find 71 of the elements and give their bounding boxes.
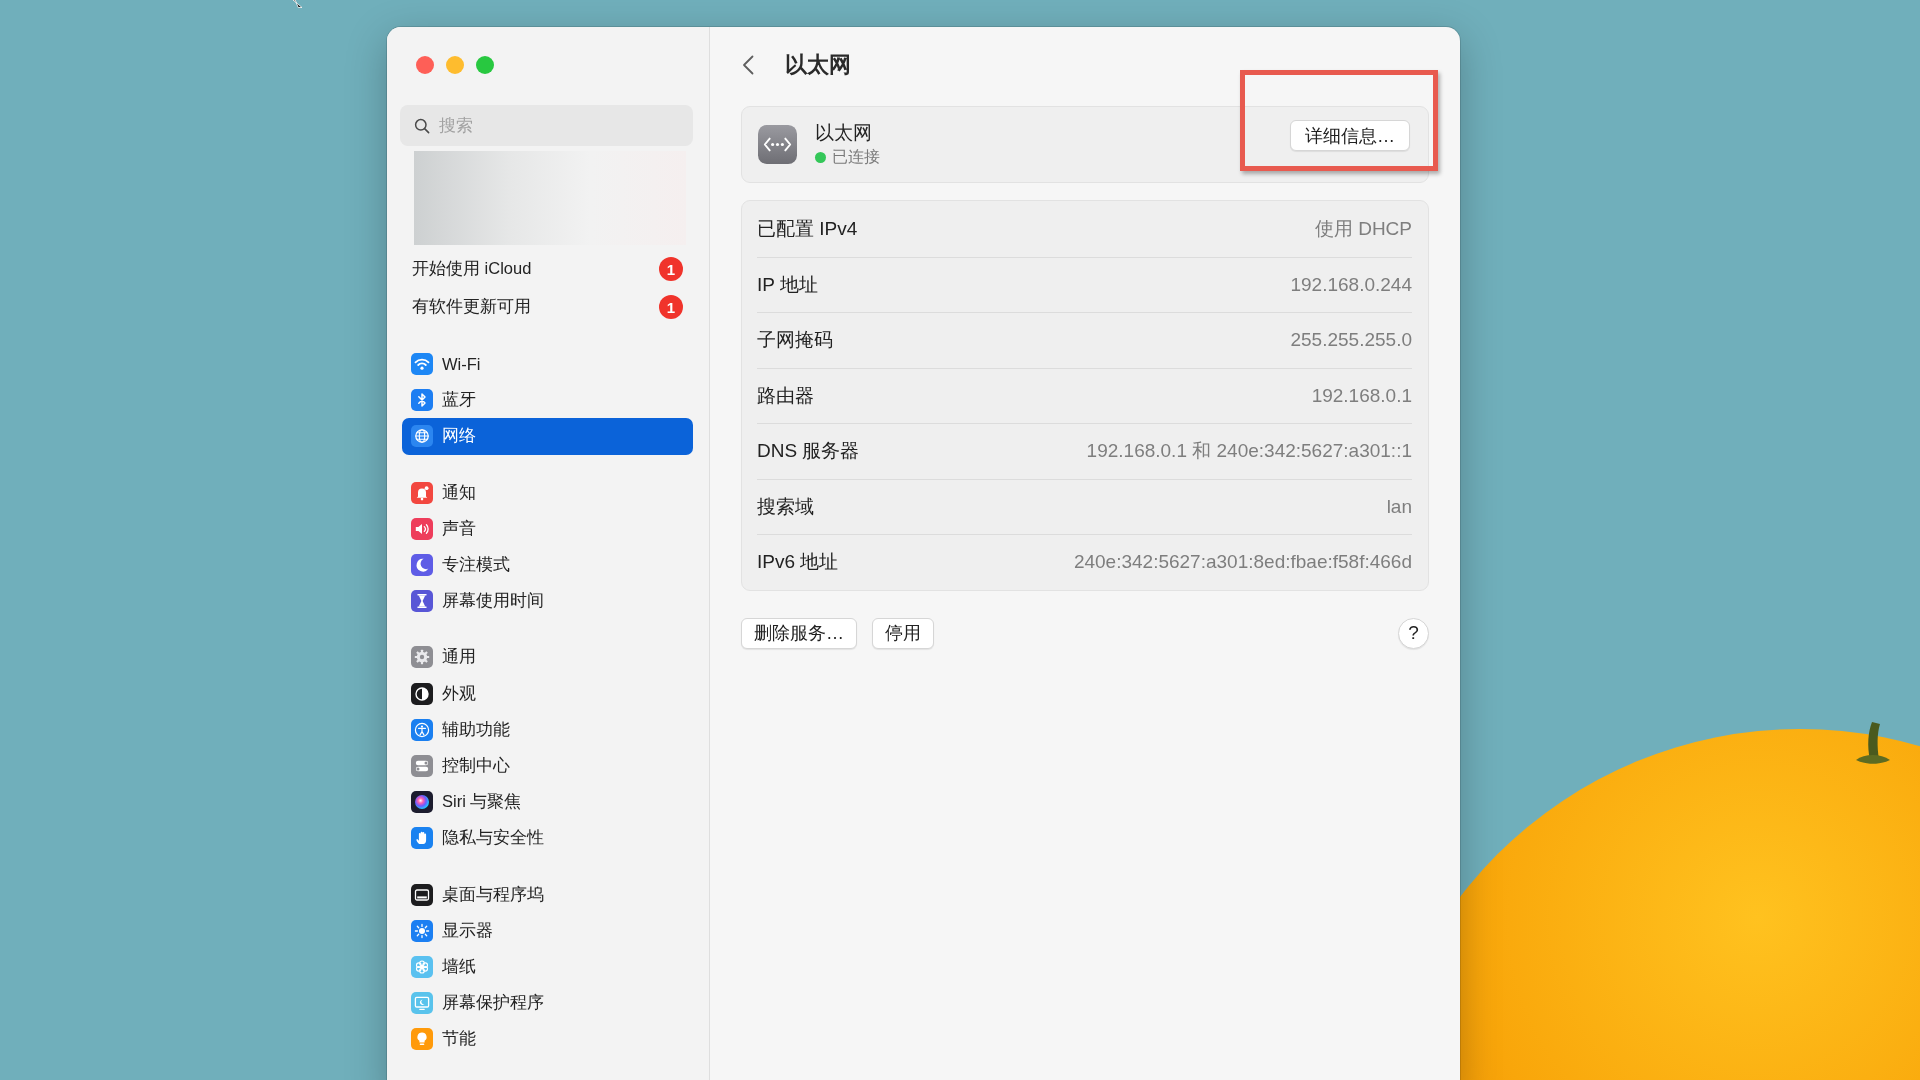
search-icon: [414, 117, 430, 134]
sidebar-item[interactable]: Siri 与聚焦: [402, 784, 693, 821]
sun-icon: [411, 919, 433, 942]
ethernet-icon: [758, 125, 797, 164]
field-label: 子网掩码: [757, 328, 833, 353]
sidebar-item[interactable]: 外观: [402, 675, 693, 712]
service-name: 以太网: [815, 122, 873, 144]
sidebar-item[interactable]: 声音: [402, 510, 693, 547]
orb-icon: [411, 791, 433, 814]
sidebar-item[interactable]: 通用: [402, 639, 693, 676]
sidebar-item[interactable]: 通知: [402, 474, 693, 511]
hand-icon: [411, 827, 433, 850]
flower-icon: [411, 955, 433, 978]
field-label: IP 地址: [757, 272, 818, 297]
hourglass-icon: [411, 590, 433, 613]
sidebar-item[interactable]: 屏幕使用时间: [402, 583, 693, 620]
notification-badge: 1: [659, 295, 683, 319]
sidebar-item[interactable]: Wi-Fi: [402, 346, 693, 383]
sidebar-item[interactable]: 桌面与程序坞: [402, 876, 693, 913]
back-button[interactable]: [742, 54, 756, 76]
action-button[interactable]: 删除服务…: [741, 617, 857, 649]
page-title: 以太网: [785, 51, 851, 79]
field-label: 搜索域: [757, 494, 814, 519]
field-value: lan: [1386, 495, 1412, 518]
cursor-icon: [292, 0, 304, 8]
sidebar-item[interactable]: 有软件更新可用 1: [402, 288, 693, 326]
moon-icon: [411, 554, 433, 577]
contrast-icon: [411, 682, 433, 705]
connection-status: 已连接: [832, 147, 880, 167]
bluetooth-icon: [411, 389, 433, 412]
window-icon: [411, 883, 433, 906]
sidebar-item[interactable]: 墙纸: [402, 948, 693, 985]
field-value: 240e:342:5627:a301:8ed:fbae:f58f:466d: [1073, 551, 1412, 574]
sidebar-item[interactable]: 显示器: [402, 912, 693, 949]
sidebar-item[interactable]: 屏幕保护程序: [402, 985, 693, 1022]
sidebar-item[interactable]: 蓝牙: [402, 382, 693, 419]
accessibility-icon: [411, 718, 433, 741]
sidebar-item[interactable]: 辅助功能: [402, 711, 693, 748]
field-value: 192.168.0.244: [1290, 273, 1412, 296]
maximize-button[interactable]: [476, 56, 494, 74]
chevron-left-icon: [742, 55, 754, 75]
sidebar-item[interactable]: 隐私与安全性: [402, 820, 693, 857]
sidebar-item[interactable]: 网络: [402, 418, 693, 455]
gear-icon: [411, 646, 433, 669]
details-button[interactable]: 详细信息…: [1290, 120, 1410, 151]
speaker-icon: [411, 517, 433, 540]
help-button[interactable]: ?: [1398, 617, 1429, 649]
sidebar-item[interactable]: 控制中心: [402, 747, 693, 785]
field-label: IPv6 地址: [757, 550, 839, 575]
sidebar-item[interactable]: 节能: [402, 1021, 693, 1058]
field-value: 使用 DHCP: [1314, 216, 1412, 241]
lightbulb-icon: [411, 1028, 433, 1051]
search-field[interactable]: 搜索: [400, 105, 693, 146]
sidebar-item[interactable]: 专注模式: [402, 546, 693, 584]
screen-icon: [411, 992, 433, 1015]
action-button[interactable]: 停用: [872, 617, 934, 649]
field-value: 192.168.0.1 和 240e:342:5627:a301::1: [1086, 439, 1412, 464]
notification-badge: 1: [659, 257, 683, 281]
field-value: 192.168.0.1: [1311, 384, 1412, 407]
sidebar-item[interactable]: 开始使用 iCloud 1: [402, 250, 693, 288]
field-label: 已配置 IPv4: [757, 216, 858, 241]
wifi-icon: [411, 353, 433, 376]
globe-icon: [411, 425, 433, 448]
minimize-button[interactable]: [446, 56, 464, 74]
close-button[interactable]: [416, 56, 434, 74]
toggle-icon: [411, 754, 433, 777]
bell-icon: [411, 481, 433, 504]
search-input[interactable]: 搜索: [439, 113, 681, 138]
field-value: 255.255.255.0: [1290, 329, 1412, 352]
field-label: 路由器: [757, 383, 814, 408]
field-label: DNS 服务器: [757, 439, 860, 464]
